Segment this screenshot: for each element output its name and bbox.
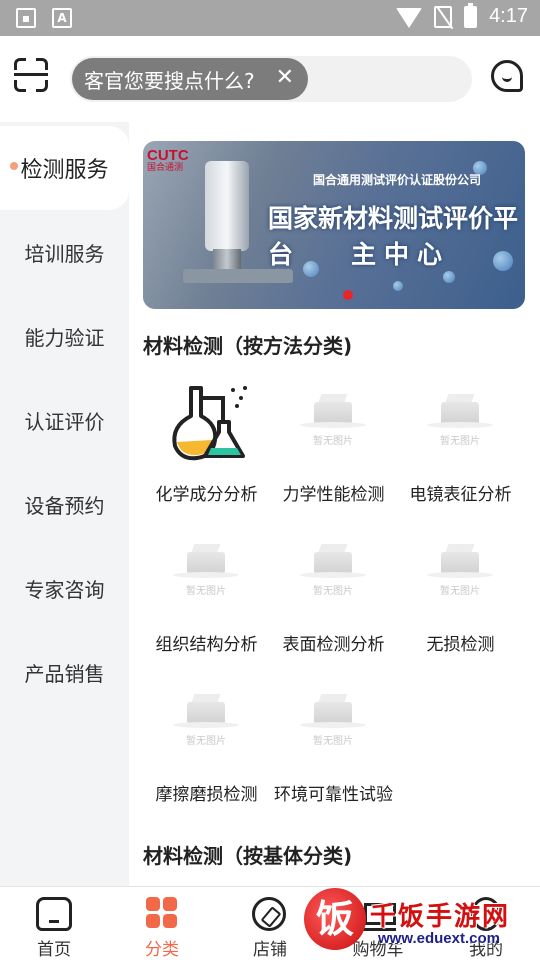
watermark-name: 千饭手游网 (370, 902, 511, 932)
no-image-placeholder-icon: 暂无图片 (161, 676, 251, 766)
home-icon (36, 897, 72, 931)
sidebar-item-label: 产品销售 (24, 661, 105, 686)
molecule-dot (393, 281, 403, 291)
grid-item-label: 表面检测分析 (282, 635, 385, 655)
sidebar-item-label: 设备预约 (24, 493, 105, 518)
sidebar-item-certification[interactable]: 认证评价 (0, 378, 129, 462)
category-sidebar: 检测服务 培训服务 能力验证 认证评价 设备预约 专家咨询 产品销售 (0, 122, 129, 886)
grid-item-label: 力学性能检测 (282, 485, 385, 505)
message-icon[interactable] (491, 60, 523, 92)
sidebar-item-label: 能力验证 (24, 325, 105, 350)
sidebar-item-label: 认证评价 (24, 409, 105, 434)
compass-icon (252, 897, 286, 931)
banner-subtitle: 主中心 (351, 240, 451, 269)
sidebar-item-proficiency[interactable]: 能力验证 (0, 294, 129, 378)
no-image-placeholder-icon: 暂无图片 (288, 376, 378, 466)
no-image-placeholder-icon: 暂无图片 (288, 526, 378, 616)
grid-item-label: 化学成分分析 (155, 485, 258, 505)
watermark: 饭 千饭手游网 www.eduext.com (300, 888, 536, 954)
sidebar-item-training[interactable]: 培训服务 (0, 210, 129, 294)
no-image-placeholder-icon: 暂无图片 (415, 526, 505, 616)
sidebar-item-testing[interactable]: 检测服务 (0, 126, 129, 210)
nav-home[interactable]: 首页 (0, 887, 108, 960)
grid-item-environmental[interactable]: 暂无图片 环境可靠性试验 (270, 676, 397, 826)
carousel-indicator[interactable] (343, 290, 353, 300)
sidebar-item-label: 专家咨询 (24, 577, 105, 602)
search-bar[interactable]: 客官您要搜点什么? ✕ (70, 56, 472, 102)
image-icon: ▪ (16, 8, 36, 28)
grid-item-label: 环境可靠性试验 (274, 785, 393, 805)
banner-company: 国合通用测试评价认证股份公司 (313, 173, 482, 187)
top-header: 客官您要搜点什么? ✕ (0, 36, 540, 122)
status-time: 4:17 (489, 5, 528, 27)
scan-icon[interactable] (14, 58, 48, 92)
sidebar-item-expert[interactable]: 专家咨询 (0, 546, 129, 630)
grid-item-electron-microscopy[interactable]: 暂无图片 电镜表征分析 (397, 376, 524, 526)
sidebar-item-label: 培训服务 (24, 241, 105, 266)
grid-item-nondestructive[interactable]: 暂无图片 无损检测 (397, 526, 524, 676)
font-a-icon: A (52, 8, 72, 28)
category-icon (144, 897, 180, 931)
category-content: CUTC 国合通测 国合通用测试评价认证股份公司 国家新材料测试评价平台 主中心… (129, 122, 540, 886)
microscope-image (183, 161, 293, 283)
battery-icon (464, 2, 478, 28)
grid-item-label: 摩擦磨损检测 (155, 785, 258, 805)
no-image-placeholder-icon: 暂无图片 (415, 376, 505, 466)
grid-item-surface[interactable]: 暂无图片 表面检测分析 (270, 526, 397, 676)
section-title-method: 材料检测（按方法分类) (143, 334, 353, 358)
molecule-dot (443, 271, 455, 283)
grid-item-microstructure[interactable]: 暂无图片 组织结构分析 (143, 526, 270, 676)
no-image-placeholder-icon: 暂无图片 (288, 676, 378, 766)
active-dot-icon (10, 162, 18, 170)
no-sim-icon (434, 5, 453, 28)
banner-image[interactable]: CUTC 国合通测 国合通用测试评价认证股份公司 国家新材料测试评价平台 主中心 (143, 141, 525, 309)
grid-item-label: 组织结构分析 (155, 635, 258, 655)
chemistry-flask-icon (161, 376, 251, 466)
wifi-icon (396, 7, 423, 28)
status-bar: ▪ A 4:17 (0, 0, 540, 36)
grid-item-chemical[interactable]: 化学成分分析 (143, 376, 270, 526)
nav-label: 首页 (37, 940, 71, 960)
sidebar-item-sales[interactable]: 产品销售 (0, 630, 129, 714)
close-icon[interactable]: ✕ (276, 67, 294, 89)
watermark-logo: 饭 (304, 888, 366, 950)
nav-category[interactable]: 分类 (108, 887, 216, 960)
sidebar-item-label: 检测服务 (20, 158, 109, 183)
grid-item-label: 电镜表征分析 (409, 485, 512, 505)
grid-item-label: 无损检测 (426, 635, 495, 655)
grid-item-friction[interactable]: 暂无图片 摩擦磨损检测 (143, 676, 270, 826)
watermark-url: www.eduext.com (378, 930, 500, 947)
sidebar-item-equipment[interactable]: 设备预约 (0, 462, 129, 546)
grid-item-mechanical[interactable]: 暂无图片 力学性能检测 (270, 376, 397, 526)
nav-label: 分类 (145, 940, 179, 960)
section-title-substrate: 材料检测（按基体分类) (143, 844, 353, 868)
no-image-placeholder-icon: 暂无图片 (161, 526, 251, 616)
search-chip[interactable]: 客官您要搜点什么? ✕ (72, 58, 308, 100)
search-placeholder: 客官您要搜点什么? (84, 68, 255, 93)
